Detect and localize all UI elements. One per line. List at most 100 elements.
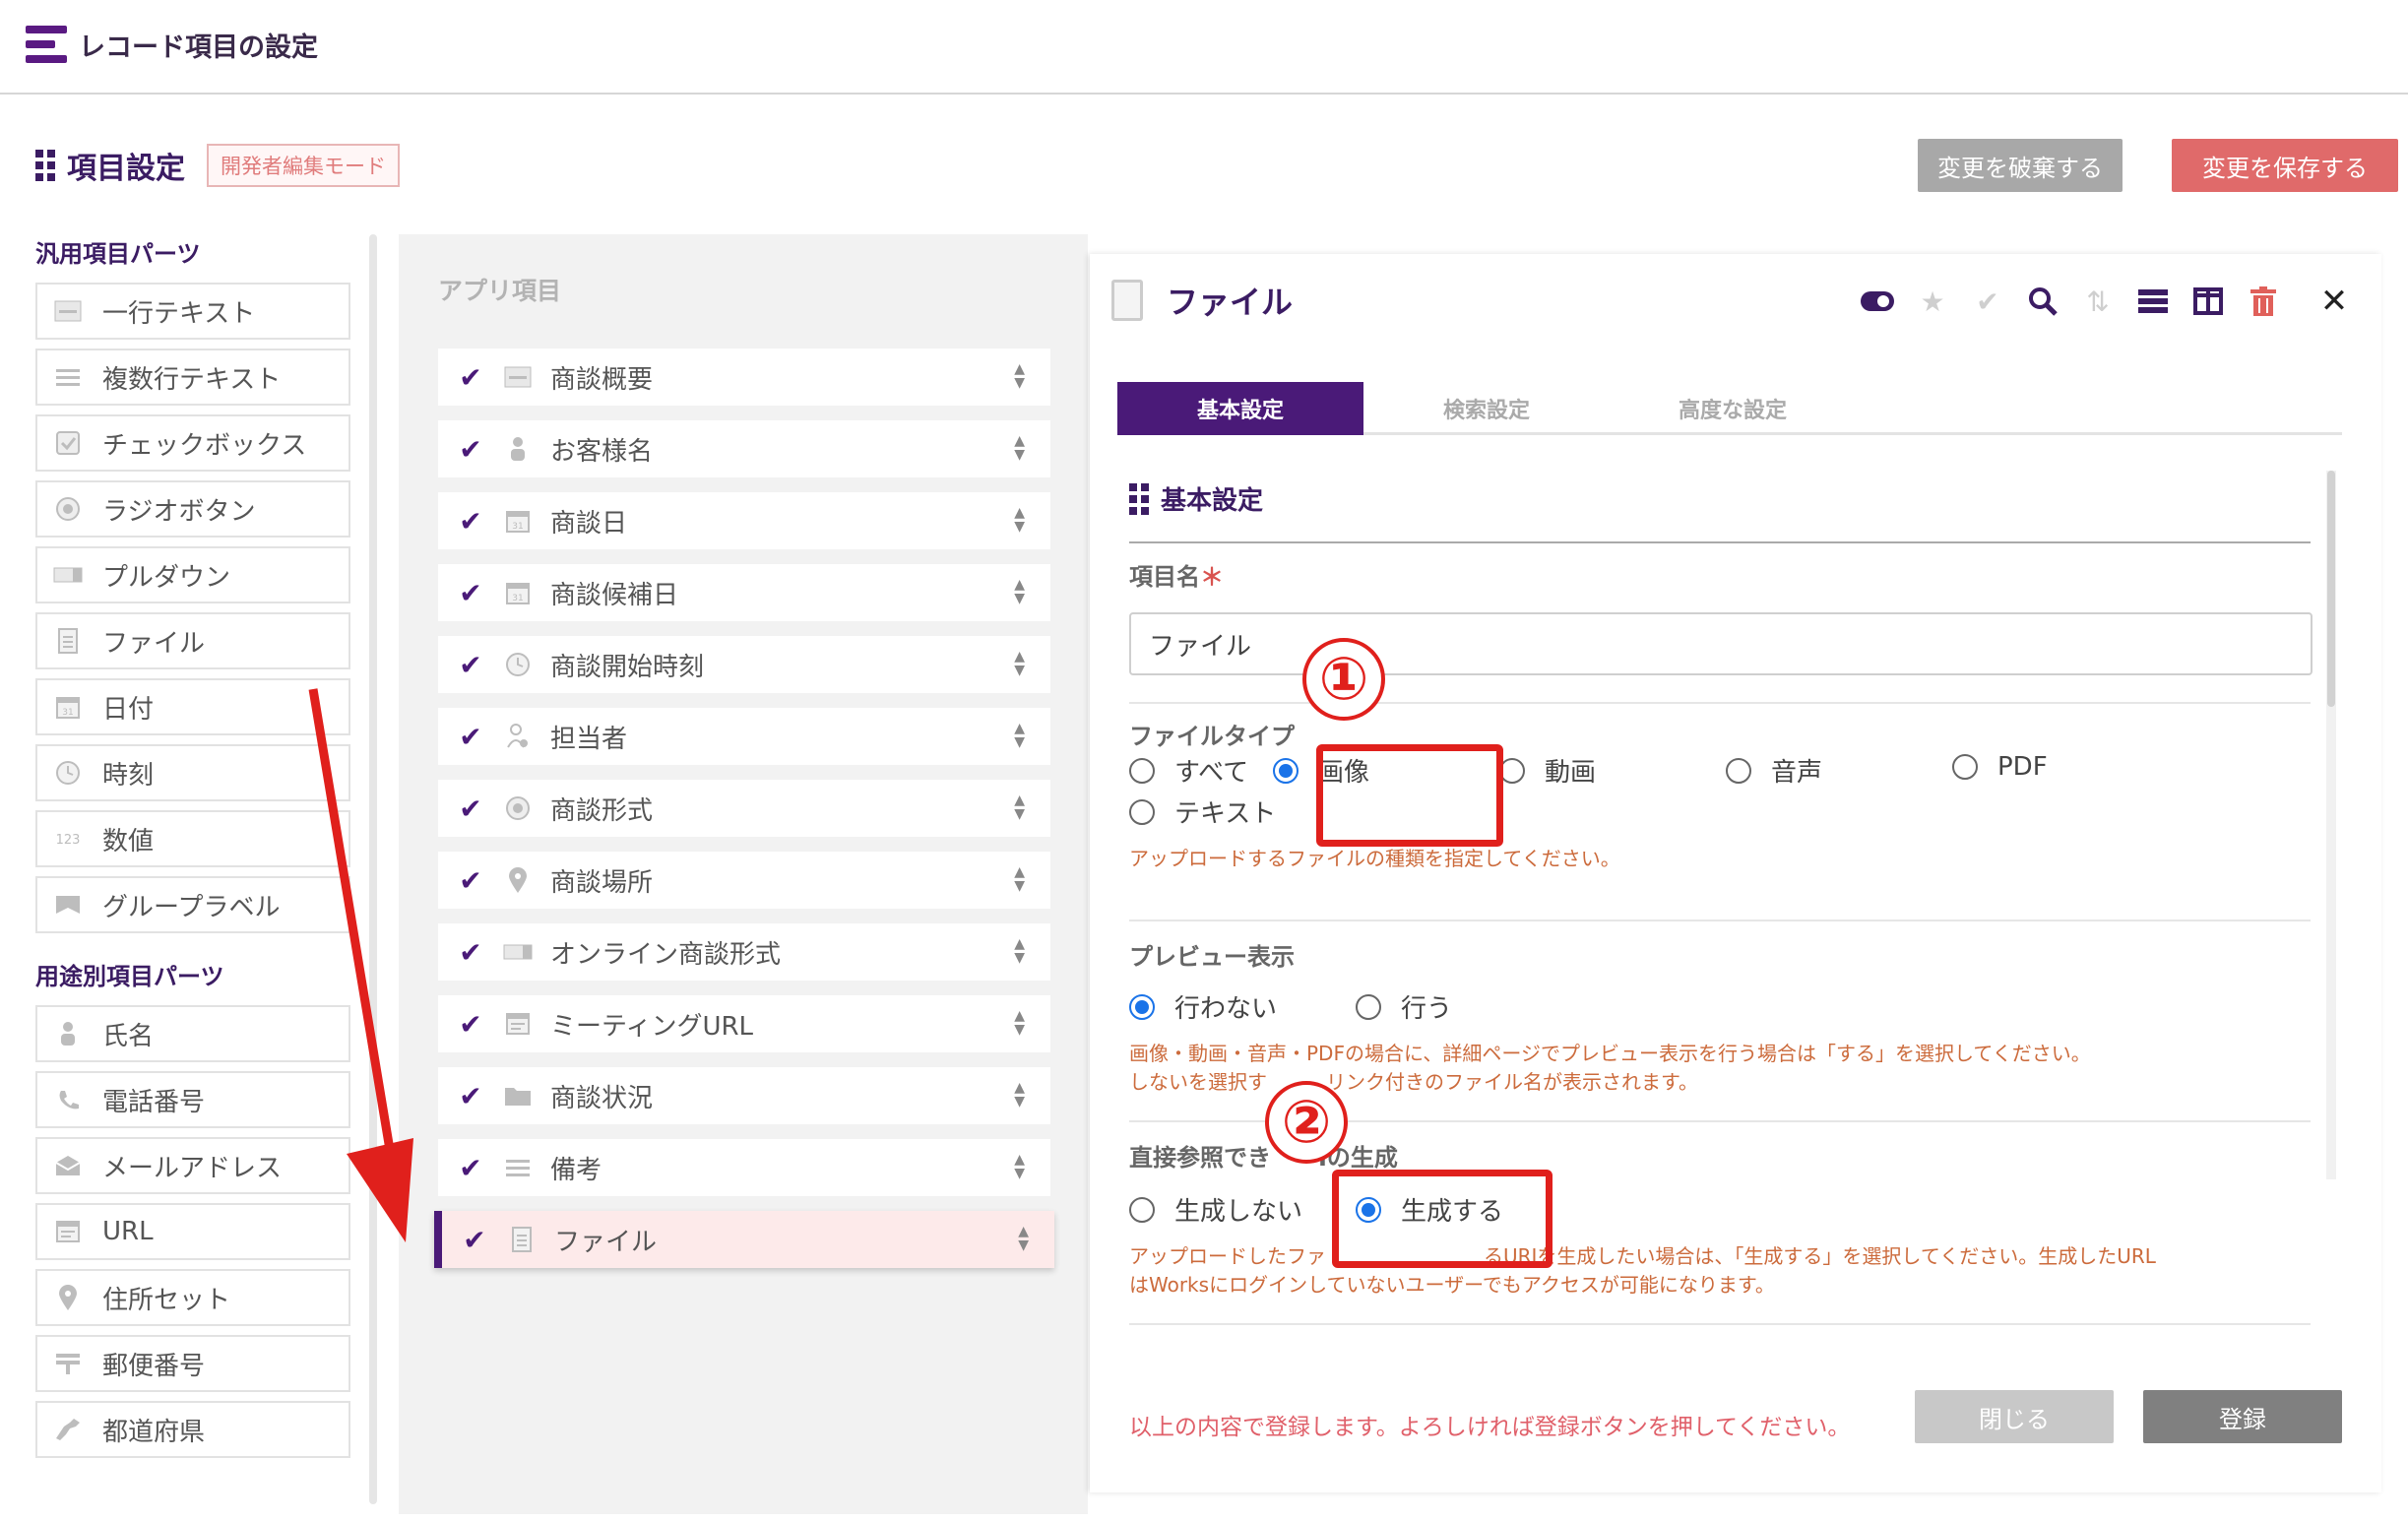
drag-sort-icon[interactable]: ▲ ▼ (1014, 1009, 1025, 1037)
file-type-label: ファイルタイプ (1129, 723, 1295, 750)
drag-sort-icon[interactable]: ▲ ▼ (1014, 650, 1025, 677)
app-item-row[interactable]: ✔ ファイル ▲ ▼ (434, 1211, 1054, 1268)
palette-item[interactable]: 31 日付 (35, 678, 350, 735)
preview-on-radio[interactable]: 行う (1356, 988, 1452, 1025)
palette-item[interactable]: 電話番号 (35, 1071, 350, 1128)
palette-item[interactable]: 郵便番号 (35, 1335, 350, 1392)
palette-item-label: 郵便番号 (102, 1351, 206, 1381)
tab-advanced-settings[interactable]: 高度な設定 (1610, 382, 1856, 435)
palette-item[interactable]: ラジオボタン (35, 480, 350, 538)
app-item-row[interactable]: ✔ ミーティングURL ▲ ▼ (438, 995, 1050, 1052)
drag-sort-icon[interactable]: ▲ ▼ (1014, 1081, 1025, 1109)
app-item-row[interactable]: ✔ 31 商談候補日 ▲ ▼ (438, 564, 1050, 621)
check-icon[interactable]: ✔ (438, 793, 503, 825)
palette-item[interactable]: グループラベル (35, 876, 350, 933)
palette-item[interactable]: 123 数値 (35, 810, 350, 867)
drag-sort-icon[interactable]: ▲ ▼ (1018, 1225, 1029, 1252)
palette-item[interactable]: URL (35, 1203, 350, 1260)
register-button[interactable]: 登録 (2143, 1390, 2342, 1443)
drag-sort-icon[interactable]: ▲ ▼ (1014, 937, 1025, 965)
drag-sort-icon[interactable]: ▲ ▼ (1014, 434, 1025, 462)
drag-sort-icon[interactable]: ▲ ▼ (1014, 1153, 1025, 1180)
field-settings-panel: ファイル ★ ✔ ⇅ ✕ 基本設定 検索設定 高度な設定 基本設定 項目名＊ フ… (1090, 254, 2381, 1492)
check-icon[interactable]: ✔ (438, 577, 503, 609)
check-icon[interactable]: ✔ (438, 721, 503, 753)
star-icon[interactable]: ★ (1915, 284, 1950, 319)
search-icon[interactable] (2025, 284, 2060, 319)
palette-item[interactable]: メールアドレス (35, 1137, 350, 1194)
uri-off-radio[interactable]: 生成しない (1129, 1191, 1302, 1228)
app-item-row[interactable]: ✔ 備考 ▲ ▼ (438, 1139, 1050, 1196)
check-icon[interactable]: ✔ (438, 361, 503, 394)
close-button[interactable]: 閉じる (1915, 1390, 2114, 1443)
app-item-row[interactable]: ✔ 商談場所 ▲ ▼ (438, 852, 1050, 909)
drag-sort-icon[interactable]: ▲ ▼ (1014, 362, 1025, 390)
discard-changes-button[interactable]: 変更を破棄する (1918, 139, 2123, 192)
app-item-row[interactable]: ✔ 31 商談日 ▲ ▼ (438, 492, 1050, 549)
panel-title: ファイル (1167, 284, 1294, 321)
file-type-text-radio[interactable]: テキスト (1129, 793, 1276, 830)
app-item-row[interactable]: ✔ 商談概要 ▲ ▼ (438, 349, 1050, 406)
sort-icon[interactable]: ⇅ (2080, 284, 2116, 319)
palette-item[interactable]: 氏名 (35, 1005, 350, 1062)
trash-icon[interactable] (2246, 284, 2281, 319)
app-item-row[interactable]: ✔ 担当者 ▲ ▼ (438, 708, 1050, 765)
file-type-all-radio[interactable]: すべて (1129, 752, 1248, 789)
check-icon[interactable]: ✔ (438, 1008, 503, 1041)
preview-label: プレビュー表示 (1129, 943, 1295, 971)
parts-palette: 汎用項目パーツ 一行テキスト 複数行テキスト チェックボックス ラジオボタン プルダウン… (0, 234, 374, 1458)
drag-sort-icon[interactable]: ▲ ▼ (1014, 578, 1025, 605)
check-icon[interactable]: ✔ (438, 864, 503, 897)
check-icon[interactable]: ✔ (438, 1152, 503, 1184)
check-icon[interactable]: ✔ (438, 505, 503, 538)
palette-item[interactable]: 都道府県 (35, 1401, 350, 1458)
palette-item[interactable]: プルダウン (35, 546, 350, 603)
palette-item[interactable]: 住所セット (35, 1269, 350, 1326)
save-changes-button[interactable]: 変更を保存する (2172, 139, 2398, 192)
columns-icon[interactable] (2190, 284, 2226, 319)
check-icon[interactable]: ✔ (438, 936, 503, 969)
app-item-label: 商談候補日 (550, 580, 679, 610)
palette-item[interactable]: 時刻 (35, 744, 350, 801)
check-icon[interactable]: ✔ (438, 433, 503, 466)
preview-off-radio[interactable]: 行わない (1129, 988, 1277, 1025)
check-icon[interactable]: ✔ (438, 649, 503, 681)
tab-basic-settings[interactable]: 基本設定 (1117, 382, 1363, 435)
app-item-label: ファイル (554, 1227, 658, 1257)
list-icon[interactable] (2135, 284, 2171, 319)
file-type-audio-radio[interactable]: 音声 (1726, 752, 1822, 789)
drag-sort-icon[interactable]: ▲ ▼ (1014, 793, 1025, 821)
tab-search-settings[interactable]: 検索設定 (1363, 382, 1610, 435)
file-type-pdf-radio[interactable]: PDF (1952, 752, 2048, 782)
app-item-row[interactable]: ✔ 商談開始時刻 ▲ ▼ (438, 636, 1050, 693)
palette-item[interactable]: 複数行テキスト (35, 349, 350, 406)
palette-scrollbar[interactable] (369, 234, 377, 1504)
file-type-video-radio[interactable]: 動画 (1499, 752, 1596, 789)
palette-item-label: URL (102, 1217, 154, 1246)
uri-note-line2: はWorksにログインしていないユーザーでもアクセスが可能になります。 (1129, 1273, 1775, 1297)
palette-item[interactable]: ファイル (35, 612, 350, 669)
drag-sort-icon[interactable]: ▲ ▼ (1014, 506, 1025, 534)
double-check-icon[interactable]: ✔ (1970, 284, 2005, 319)
toggle-icon[interactable] (1860, 284, 1895, 319)
app-title: レコード項目の設定 (79, 32, 318, 63)
check-icon[interactable]: ✔ (438, 1080, 503, 1112)
app-item-row[interactable]: ✔ 商談形式 ▲ ▼ (438, 780, 1050, 837)
check-icon[interactable]: ✔ (442, 1224, 507, 1256)
drag-sort-icon[interactable]: ▲ ▼ (1014, 722, 1025, 749)
app-item-row[interactable]: ✔ お客様名 ▲ ▼ (438, 420, 1050, 477)
panel-scrollbar[interactable] (2326, 471, 2336, 1179)
radio-icon (503, 793, 533, 823)
palette-item[interactable]: チェックボックス (35, 414, 350, 472)
hamburger-menu-icon[interactable] (26, 26, 67, 65)
app-item-row[interactable]: ✔ 商談状況 ▲ ▼ (438, 1067, 1050, 1124)
single-line-icon (503, 362, 533, 392)
calendar-icon: 31 (503, 506, 533, 536)
palette-item[interactable]: 一行テキスト (35, 283, 350, 340)
app-item-row[interactable]: ✔ オンライン商談形式 ▲ ▼ (438, 923, 1050, 981)
top-bar: レコード項目の設定 (0, 0, 2408, 95)
close-icon[interactable]: ✕ (2316, 282, 2352, 321)
drag-sort-icon[interactable]: ▲ ▼ (1014, 865, 1025, 893)
person-icon (503, 434, 533, 464)
divider (1129, 1323, 2311, 1325)
